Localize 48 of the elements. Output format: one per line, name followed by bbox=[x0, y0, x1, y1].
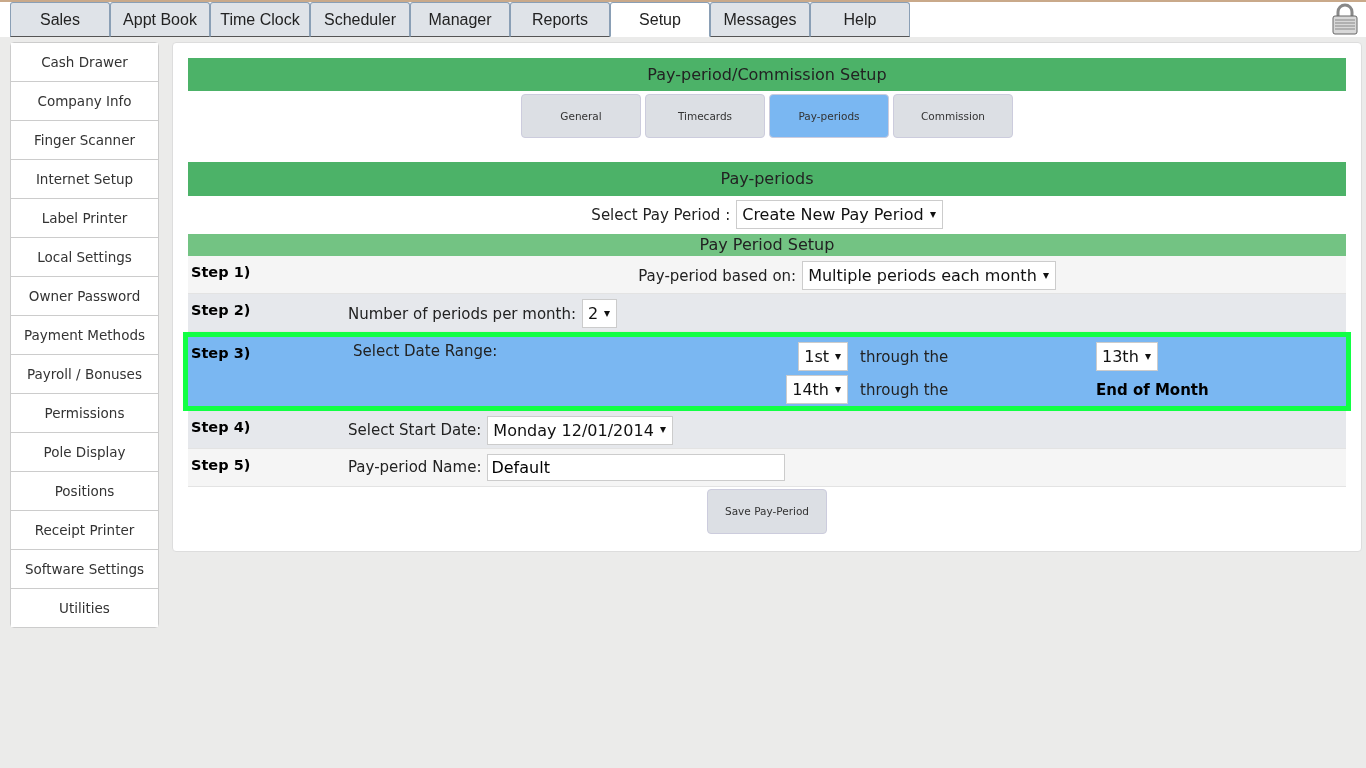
end-label: End of Month bbox=[1096, 381, 1209, 399]
nav-tab[interactable]: Manager bbox=[410, 2, 510, 37]
pay-period-dropdown[interactable]: Create New Pay Period bbox=[736, 200, 943, 230]
nav-tab[interactable]: Help bbox=[810, 2, 910, 37]
dropdown[interactable]: Multiple periods each month bbox=[802, 261, 1056, 291]
field-label: Pay-period based on: bbox=[638, 266, 797, 285]
caret-icon bbox=[835, 387, 841, 393]
section-tab[interactable]: Timecards bbox=[645, 94, 765, 139]
text-field[interactable]: Default bbox=[487, 454, 786, 481]
step-label: Step 4) bbox=[190, 417, 252, 435]
sidebar-item[interactable]: Cash Drawer bbox=[11, 43, 158, 82]
section-tab[interactable]: Commission bbox=[893, 94, 1013, 139]
nav-tab[interactable]: Messages bbox=[710, 2, 810, 37]
header-bar: Pay-period/Commission Setup bbox=[188, 58, 1346, 92]
nav-tab[interactable]: Setup bbox=[610, 2, 710, 37]
field-label: Select Pay Period : bbox=[591, 205, 731, 224]
field-label: Select Start Date: bbox=[348, 421, 482, 440]
field-label: Select Date Range: bbox=[352, 342, 499, 361]
step-label: Step 3) bbox=[190, 344, 252, 362]
padlock-icon[interactable] bbox=[1332, 3, 1358, 35]
nav-tab[interactable]: Scheduler bbox=[310, 2, 410, 37]
nav-tab[interactable]: Time Clock bbox=[210, 2, 310, 37]
caret-icon bbox=[929, 211, 936, 218]
field-label: through the bbox=[860, 348, 950, 366]
dropdown[interactable]: 14th bbox=[786, 375, 848, 405]
caret-icon bbox=[659, 427, 666, 434]
section-header: Pay-periods bbox=[188, 162, 1346, 196]
subsection-header: Pay Period Setup bbox=[188, 233, 1346, 257]
nav-tab[interactable]: Reports bbox=[510, 2, 610, 37]
section-tab[interactable]: General bbox=[521, 94, 641, 139]
dropdown[interactable]: Monday 12/01/2014 bbox=[487, 415, 673, 445]
section-tab[interactable]: Pay-periods bbox=[769, 94, 889, 139]
step-label: Step 5) bbox=[190, 456, 252, 473]
caret-icon bbox=[1144, 354, 1151, 360]
step-label: Step 1) bbox=[190, 263, 252, 281]
caret-icon bbox=[1042, 272, 1049, 279]
dropdown[interactable]: 1st bbox=[798, 342, 848, 372]
step-label: Step 2) bbox=[190, 301, 252, 319]
field-label: through the bbox=[860, 381, 950, 399]
field-label: Pay-period Name: bbox=[348, 458, 482, 477]
caret-icon bbox=[604, 310, 611, 317]
dropdown[interactable]: 2 bbox=[582, 299, 618, 329]
dropdown[interactable]: 13th bbox=[1096, 342, 1158, 372]
nav-tab[interactable]: Sales bbox=[10, 2, 110, 37]
save-button[interactable]: Save Pay-Period bbox=[707, 489, 827, 534]
nav-tab[interactable]: Appt Book bbox=[110, 2, 210, 37]
field-label: Number of periods per month: bbox=[348, 304, 577, 323]
caret-icon bbox=[835, 354, 841, 360]
